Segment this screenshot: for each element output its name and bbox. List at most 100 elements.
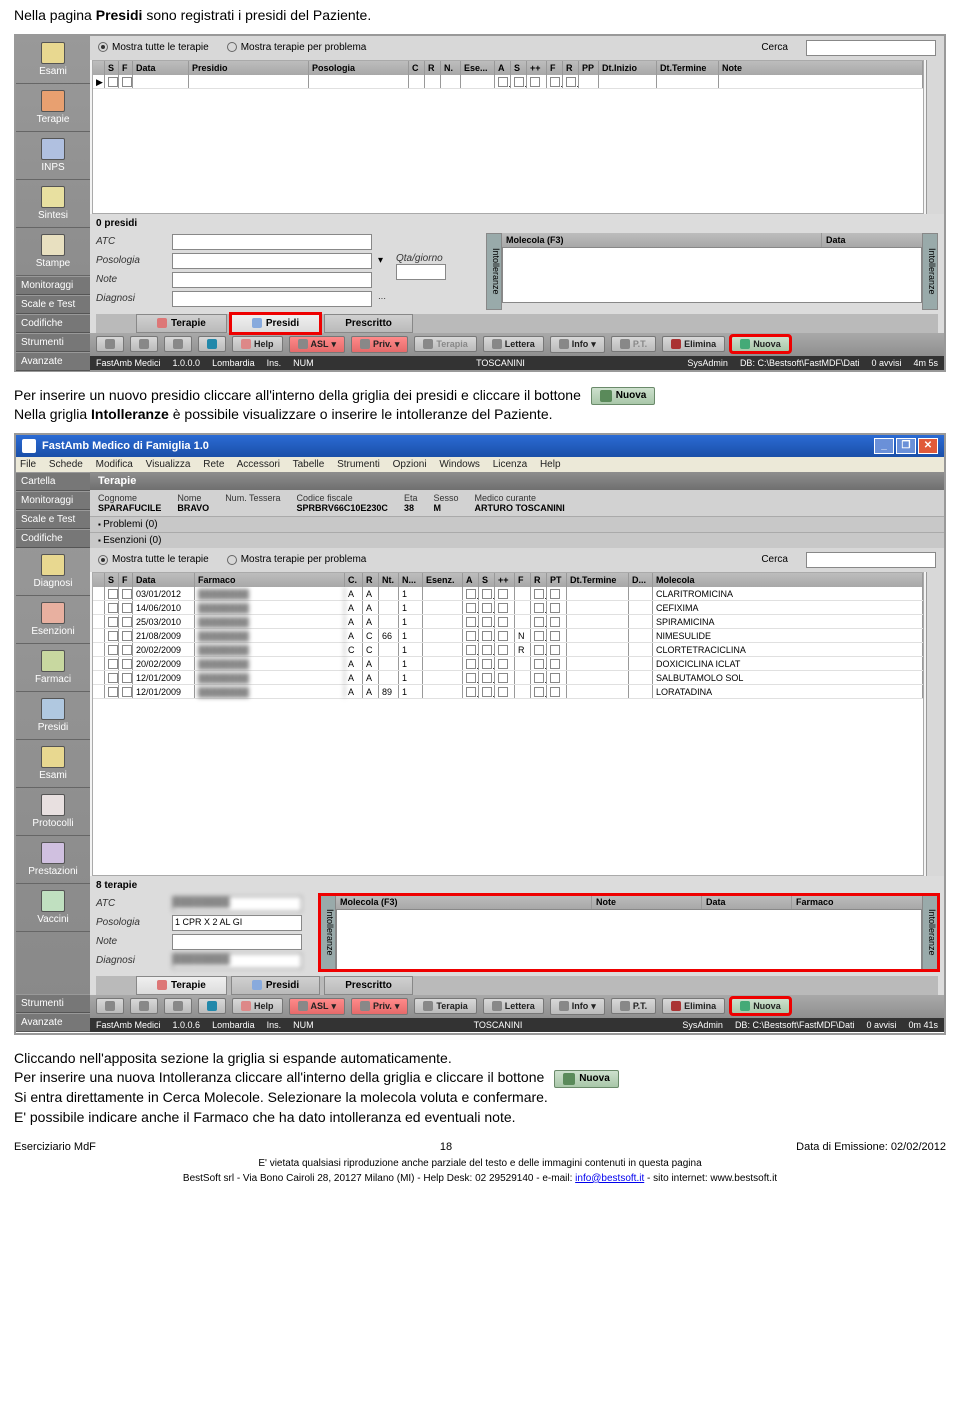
sidebar-item-protocolli[interactable]: Protocolli (16, 788, 90, 836)
nuova-button[interactable]: Nuova (731, 336, 790, 352)
sidebar-item-farmaci[interactable]: Farmaci (16, 644, 90, 692)
presidi-grid[interactable]: S F Data Presidio Posologia C R N. Ese..… (92, 60, 924, 214)
sidebar-item-diagnosi[interactable]: Diagnosi (16, 548, 90, 596)
priv-button[interactable]: Priv.▾ (351, 336, 408, 353)
menu-tabelle[interactable]: Tabelle (293, 459, 325, 470)
minimize-button[interactable]: _ (874, 438, 894, 454)
diagnosi-field-2[interactable]: ████████ (172, 953, 302, 969)
terapie-grid[interactable]: SFDataFarmacoC.RNt.N...Esenz.AS++FRPTDt.… (92, 572, 924, 876)
table-row[interactable]: 03/01/2012████████AA1CLARITROMICINA (93, 587, 923, 601)
esenzioni-expander[interactable]: Esenzioni (0) (90, 532, 944, 548)
atc-field-2[interactable]: ████████ (172, 896, 302, 912)
sidemenu-strumenti[interactable]: Strumenti (16, 994, 90, 1013)
nav-first-2[interactable] (96, 998, 124, 1014)
intolleranze-toggle-r[interactable]: Intolleranze (922, 233, 938, 310)
table-row[interactable]: 14/06/2010████████AA1CEFIXIMA (93, 601, 923, 615)
menu-accessori[interactable]: Accessori (237, 459, 280, 470)
radio-problem[interactable]: Mostra terapie per problema (227, 42, 367, 53)
table-row[interactable]: 20/02/2009████████CC1RCLORTETRACICLINA (93, 643, 923, 657)
sidebar-item-prestazioni[interactable]: Prestazioni (16, 836, 90, 884)
nav-next-2[interactable] (164, 998, 192, 1014)
sidemenu-avanzate[interactable]: Avanzate (16, 1013, 90, 1032)
menu-windows[interactable]: Windows (439, 459, 480, 470)
sidemenu-scale[interactable]: Scale e Test (16, 295, 90, 314)
tab-terapie[interactable]: Terapie (136, 314, 227, 333)
posologia-field-2[interactable]: 1 CPR X 2 AL GI (172, 915, 302, 931)
tab-presidi[interactable]: Presidi (231, 314, 320, 333)
table-row[interactable]: 21/08/2009████████AC661NNIMESULIDE (93, 629, 923, 643)
tab-prescritto[interactable]: Prescritto (324, 314, 413, 333)
sidebar-item-sintesi[interactable]: Sintesi (16, 180, 90, 228)
menu-file[interactable]: File (20, 459, 36, 470)
nav-confirm-2[interactable] (198, 998, 226, 1014)
menu-help[interactable]: Help (540, 459, 561, 470)
elimina-button-2[interactable]: Elimina (662, 998, 725, 1014)
sidemenu-avanzate[interactable]: Avanzate (16, 352, 90, 371)
sidemenu-strumenti[interactable]: Strumenti (16, 333, 90, 352)
asl-button-2[interactable]: ASL▾ (289, 998, 346, 1015)
menu-rete[interactable]: Rete (203, 459, 224, 470)
sidemenu-monitoraggi[interactable]: Monitoraggi (16, 276, 90, 295)
terapia-button-2[interactable]: Terapia (414, 998, 476, 1014)
scrollbar-2[interactable] (926, 572, 944, 876)
posologia-field[interactable] (172, 253, 372, 269)
close-button[interactable]: ✕ (918, 438, 938, 454)
sidebar-item-esami[interactable]: Esami (16, 740, 90, 788)
nav-first[interactable] (96, 336, 124, 352)
tab-prescritto-2[interactable]: Prescritto (324, 976, 413, 995)
sidebar-item-esami[interactable]: Esami (16, 36, 90, 84)
scrollbar[interactable] (926, 60, 944, 214)
sidebar-item-stampe[interactable]: Stampe (16, 228, 90, 276)
menu-schede[interactable]: Schede (49, 459, 83, 470)
nav-confirm[interactable] (198, 336, 226, 352)
intol-grid-2[interactable] (336, 909, 922, 970)
pt-button-2[interactable]: P.T. (611, 998, 656, 1014)
site-link[interactable]: www.bestsoft.it (710, 1173, 777, 1184)
lettera-button[interactable]: Lettera (483, 336, 544, 352)
asl-button[interactable]: ASL▾ (289, 336, 346, 353)
note-field[interactable] (172, 272, 372, 288)
info-button-2[interactable]: Info▾ (550, 998, 605, 1015)
help-button-2[interactable]: Help (232, 998, 283, 1014)
table-row[interactable]: 12/01/2009████████AA891LORATADINA (93, 685, 923, 699)
terapia-button[interactable]: Terapia (414, 336, 476, 352)
radio-problem-2[interactable]: Mostra terapie per problema (227, 554, 367, 565)
search-input[interactable] (806, 40, 936, 56)
pt-button[interactable]: P.T. (611, 336, 656, 352)
tab-presidi-2[interactable]: Presidi (231, 976, 320, 995)
table-row[interactable]: 25/03/2010████████AA1SPIRAMICINA (93, 615, 923, 629)
menu-visualizza[interactable]: Visualizza (146, 459, 191, 470)
sidemenu-codifiche[interactable]: Codifiche (16, 314, 90, 333)
note-field-2[interactable] (172, 934, 302, 950)
priv-button-2[interactable]: Priv.▾ (351, 998, 408, 1015)
help-button[interactable]: Help (232, 336, 283, 352)
table-row[interactable]: 20/02/2009████████AA1DOXICICLINA ICLAT (93, 657, 923, 671)
problemi-expander[interactable]: Problemi (0) (90, 516, 944, 532)
nav-prev-2[interactable] (130, 998, 158, 1014)
menu-opzioni[interactable]: Opzioni (393, 459, 427, 470)
intolleranze-toggle[interactable]: Intolleranze (486, 233, 502, 310)
diagnosi-field[interactable] (172, 291, 372, 307)
sidemenu-scale[interactable]: Scale e Test (16, 510, 90, 529)
menu-licenza[interactable]: Licenza (493, 459, 527, 470)
email-link[interactable]: info@bestsoft.it (575, 1173, 644, 1184)
sidemenu-monitoraggi[interactable]: Monitoraggi (16, 491, 90, 510)
nuova-button-2[interactable]: Nuova (731, 998, 790, 1014)
menu-modifica[interactable]: Modifica (96, 459, 133, 470)
radio-all-2[interactable]: Mostra tutte le terapie (98, 554, 209, 565)
menu-strumenti[interactable]: Strumenti (337, 459, 380, 470)
nav-prev[interactable] (130, 336, 158, 352)
lettera-button-2[interactable]: Lettera (483, 998, 544, 1014)
sidemenu-cartella[interactable]: Cartella (16, 472, 90, 491)
sidebar-item-esenzioni[interactable]: Esenzioni (16, 596, 90, 644)
info-button[interactable]: Info▾ (550, 336, 605, 353)
sidemenu-codifiche[interactable]: Codifiche (16, 529, 90, 548)
table-row[interactable]: 12/01/2009████████AA1SALBUTAMOLO SOL (93, 671, 923, 685)
nav-next[interactable] (164, 336, 192, 352)
elimina-button[interactable]: Elimina (662, 336, 725, 352)
intol-toggle-2r[interactable]: Intolleranze (922, 895, 938, 970)
sidebar-item-terapie[interactable]: Terapie (16, 84, 90, 132)
sidebar-item-presidi[interactable]: Presidi (16, 692, 90, 740)
tab-terapie-2[interactable]: Terapie (136, 976, 227, 995)
radio-all[interactable]: Mostra tutte le terapie (98, 42, 209, 53)
